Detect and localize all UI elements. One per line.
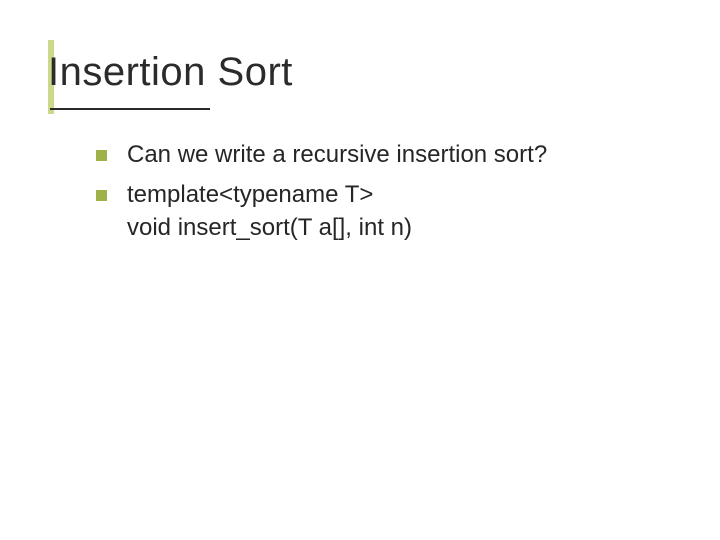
slide-body: Can we write a recursive insertion sort?… — [96, 138, 660, 251]
square-bullet-icon — [96, 150, 107, 161]
bullet-text: template<typename T> void insert_sort(T … — [127, 178, 412, 245]
title-underline — [50, 108, 210, 110]
slide-title: Insertion Sort — [48, 50, 680, 95]
bullet-text: Can we write a recursive insertion sort? — [127, 138, 547, 172]
bullet-line: template<typename T> — [127, 178, 412, 212]
square-bullet-icon — [96, 190, 107, 201]
bullet-item: Can we write a recursive insertion sort? — [96, 138, 660, 172]
bullet-item: template<typename T> void insert_sort(T … — [96, 178, 660, 245]
bullet-line: Can we write a recursive insertion sort? — [127, 138, 547, 172]
slide: Insertion Sort Can we write a recursive … — [0, 0, 720, 540]
title-wrap: Insertion Sort — [48, 50, 680, 95]
bullet-line: void insert_sort(T a[], int n) — [127, 211, 412, 245]
